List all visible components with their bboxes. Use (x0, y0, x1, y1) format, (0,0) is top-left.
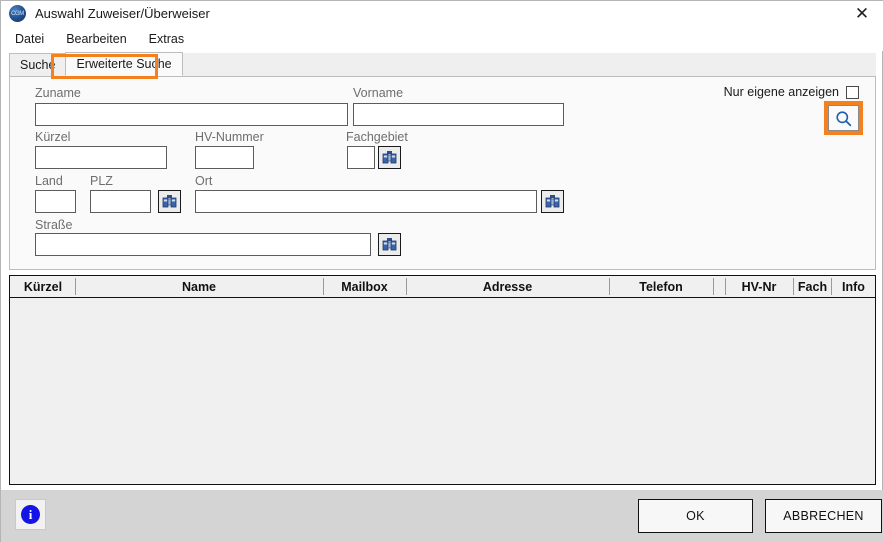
search-button[interactable] (828, 105, 859, 131)
column-header-name[interactable]: Name (76, 276, 322, 297)
table-body-empty[interactable] (10, 298, 875, 484)
column-header-kuerzel[interactable]: Kürzel (12, 276, 74, 297)
column-header-fach[interactable]: Fach (794, 276, 831, 297)
menu-bar: Datei Bearbeiten Extras (1, 26, 883, 51)
column-header-telefon[interactable]: Telefon (610, 276, 712, 297)
menu-item-datei[interactable]: Datei (15, 32, 44, 46)
tab-erweiterte-suche[interactable]: Erweiterte Suche (65, 52, 182, 76)
menu-item-bearbeiten[interactable]: Bearbeiten (66, 32, 126, 46)
dialog-footer: i OK ABBRECHEN (1, 490, 883, 542)
cancel-button[interactable]: ABBRECHEN (765, 499, 882, 533)
strasse-binoculars-icon[interactable] (378, 233, 401, 256)
column-header-blank[interactable] (714, 276, 725, 297)
window-title: Auswahl Zuweiser/Überweiser (35, 6, 210, 21)
advanced-search-form: Zuname Vorname Kürzel HV-Nummer Fachgebi… (9, 77, 876, 270)
label-hv-nummer: HV-Nummer (195, 130, 264, 144)
column-header-hv-nr[interactable]: HV-Nr (726, 276, 792, 297)
land-input[interactable] (35, 190, 76, 213)
results-table: Kürzel Name Mailbox Adresse Telefon HV-N… (9, 275, 876, 485)
menu-item-extras[interactable]: Extras (149, 32, 184, 46)
tab-strip: Suche Erweiterte Suche (9, 53, 876, 77)
info-icon: i (21, 505, 40, 524)
plz-binoculars-icon[interactable] (158, 190, 181, 213)
column-header-info[interactable]: Info (832, 276, 875, 297)
own-only-checkbox-row[interactable]: Nur eigene anzeigen (724, 85, 859, 99)
close-icon[interactable]: ✕ (840, 1, 883, 26)
info-button[interactable]: i (15, 499, 46, 530)
strasse-input[interactable] (35, 233, 371, 256)
label-vorname: Vorname (353, 86, 403, 100)
table-header-row: Kürzel Name Mailbox Adresse Telefon HV-N… (10, 276, 875, 298)
fachgebiet-binoculars-icon[interactable] (378, 146, 401, 169)
dialog-window: CGM Auswahl Zuweiser/Überweiser ✕ Datei … (0, 0, 883, 542)
plz-input[interactable] (90, 190, 151, 213)
column-header-mailbox[interactable]: Mailbox (324, 276, 405, 297)
cgm-logo-text: CGM (11, 11, 24, 17)
kuerzel-input[interactable] (35, 146, 167, 169)
fachgebiet-input[interactable] (347, 146, 375, 169)
label-zuname: Zuname (35, 86, 81, 100)
ort-input[interactable] (195, 190, 537, 213)
title-bar: CGM Auswahl Zuweiser/Überweiser ✕ (1, 1, 883, 26)
own-only-label: Nur eigene anzeigen (724, 85, 839, 99)
label-plz: PLZ (90, 174, 113, 188)
label-fachgebiet: Fachgebiet (346, 130, 408, 144)
vorname-input[interactable] (353, 103, 564, 126)
label-land: Land (35, 174, 63, 188)
label-strasse: Straße (35, 218, 73, 232)
hv-nummer-input[interactable] (195, 146, 254, 169)
ok-button[interactable]: OK (638, 499, 753, 533)
tab-suche[interactable]: Suche (9, 53, 66, 76)
close-glyph: ✕ (855, 5, 869, 22)
zuname-input[interactable] (35, 103, 348, 126)
search-magnifier-icon (835, 110, 852, 127)
own-only-checkbox[interactable] (846, 86, 859, 99)
cgm-logo-icon: CGM (9, 5, 26, 22)
ort-binoculars-icon[interactable] (541, 190, 564, 213)
label-ort: Ort (195, 174, 212, 188)
column-header-adresse[interactable]: Adresse (407, 276, 608, 297)
label-kuerzel: Kürzel (35, 130, 70, 144)
